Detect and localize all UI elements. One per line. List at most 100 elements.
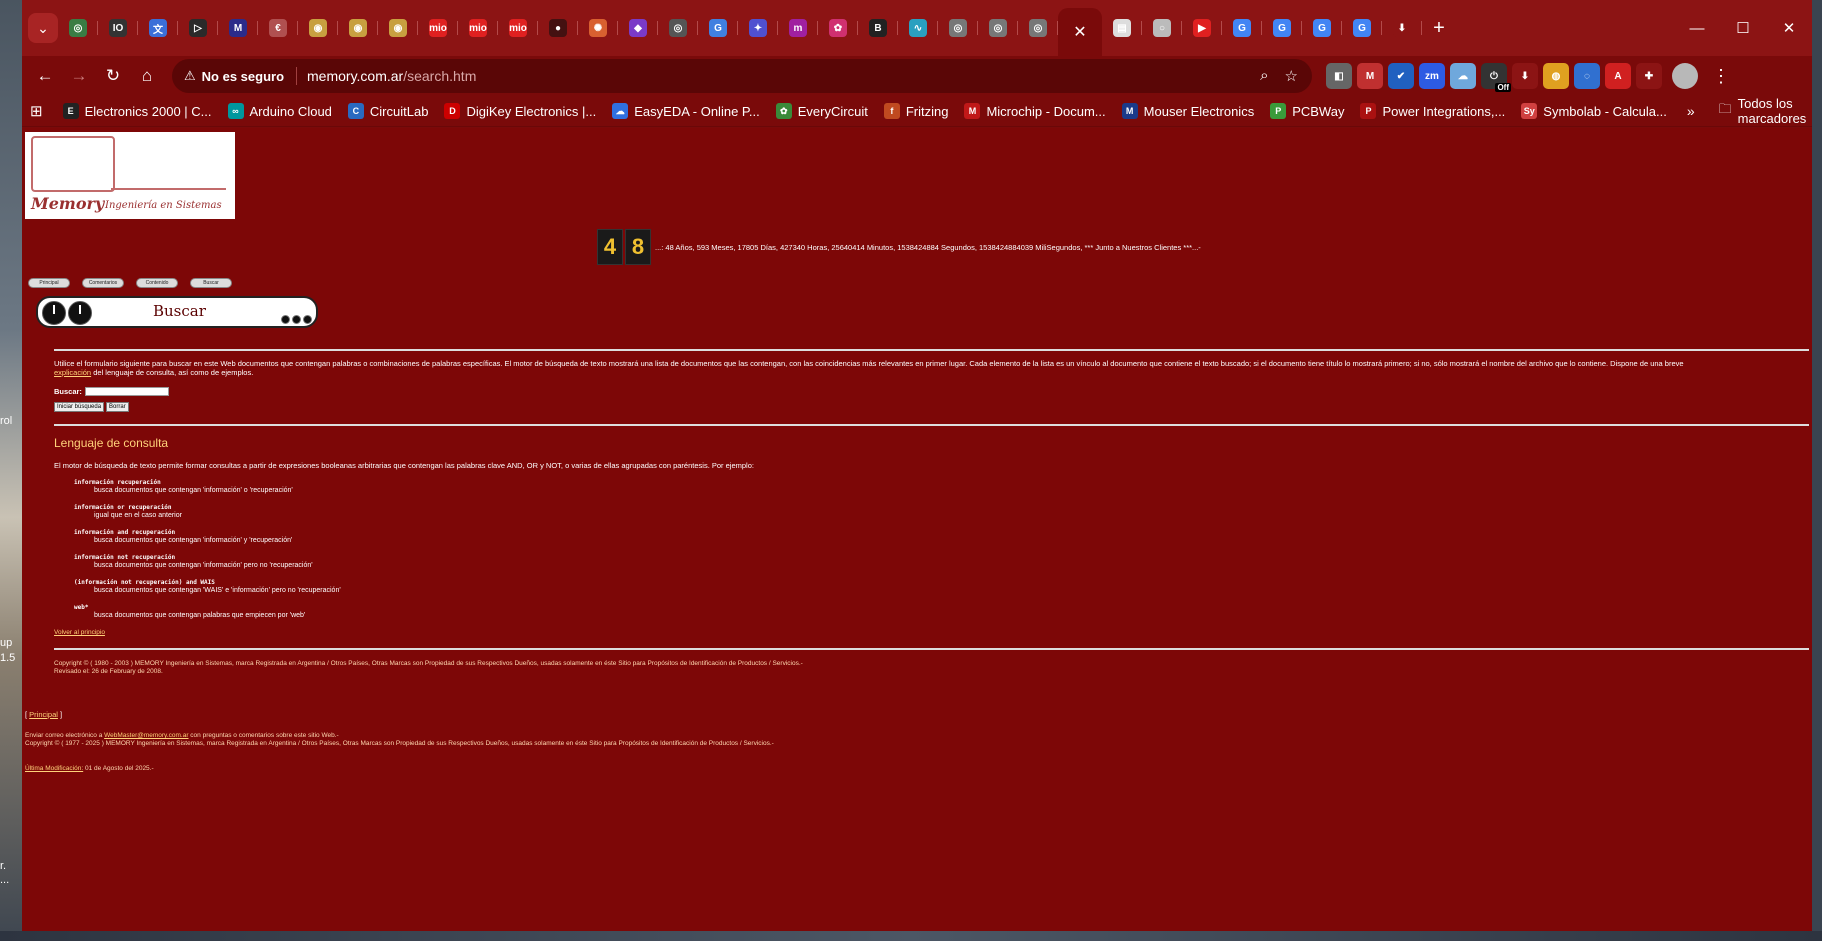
bookmark-item[interactable]: f Fritzing (883, 103, 948, 119)
browser-tab[interactable]: mio (418, 9, 458, 47)
browser-tab[interactable]: ▷ (178, 9, 218, 47)
browser-tab[interactable]: ✺ (578, 9, 618, 47)
ext-icon-5[interactable]: ☁ (1450, 63, 1476, 89)
home-button[interactable]: ⌂ (130, 59, 164, 93)
apps-grid-icon[interactable]: ⊞ (30, 102, 43, 120)
bookmark-item[interactable]: ∞ Arduino Cloud (227, 103, 332, 119)
browser-tab[interactable]: G (1302, 9, 1342, 47)
query-expression: web* (74, 604, 89, 611)
browser-tab[interactable]: ✿ (818, 9, 858, 47)
bookmark-item[interactable]: P PCBWay (1270, 103, 1344, 119)
browser-tab[interactable]: ◎ (938, 9, 978, 47)
browser-tab[interactable]: IO (98, 9, 138, 47)
browser-tab[interactable]: G (1262, 9, 1302, 47)
footer-contact: Enviar correo electrónico a WebMaster@me… (25, 732, 774, 747)
ext-icon-8[interactable]: ◍ (1543, 63, 1569, 89)
browser-tab[interactable]: ✦ (738, 9, 778, 47)
bookmark-item[interactable]: P Power Integrations,... (1360, 103, 1505, 119)
ext-icon-3[interactable]: ✔ (1388, 63, 1414, 89)
revised-date: Revisado el: 26 de February de 2008. (54, 667, 163, 675)
bookmarks-overflow-button[interactable]: » (1687, 103, 1695, 119)
ext-icon-7[interactable]: ⬇ (1512, 63, 1538, 89)
browser-tab[interactable]: ◉ (338, 9, 378, 47)
bookmark-item[interactable]: ✿ EveryCircuit (775, 103, 868, 119)
browser-tab[interactable]: G (1342, 9, 1382, 47)
close-icon[interactable]: ✕ (1073, 22, 1086, 42)
star-icon[interactable]: ☆ (1285, 67, 1298, 85)
tab-search-button[interactable]: ⌄ (28, 13, 58, 43)
browser-tab[interactable]: ◎ (1018, 9, 1058, 47)
explanation-link[interactable]: explicación (54, 368, 91, 377)
browser-tab[interactable]: ◎ (978, 9, 1018, 47)
avatar[interactable] (1672, 63, 1698, 89)
ext-icon-9[interactable]: ◌ (1574, 63, 1600, 89)
bookmark-item[interactable]: ☁ EasyEDA - Online P... (612, 103, 760, 119)
browser-tab[interactable]: mio (458, 9, 498, 47)
bookmark-item[interactable]: D DigiKey Electronics |... (444, 103, 596, 119)
address-bar[interactable]: ⚠ No es seguro memory.com.ar/search.htm … (172, 59, 1312, 93)
bookmark-item[interactable]: M Microchip - Docum... (964, 103, 1106, 119)
nav-buscar-button[interactable]: Buscar (190, 278, 232, 288)
browser-tab[interactable]: 文 (138, 9, 178, 47)
url-path[interactable]: /search.htm (403, 68, 476, 84)
bookmark-favicon-icon: C (347, 103, 364, 119)
forward-button[interactable]: → (62, 59, 96, 93)
footer-principal-link[interactable]: Principal (29, 710, 58, 719)
last-modified-link[interactable]: Última Modificación: (25, 765, 83, 772)
browser-tab[interactable]: G (1222, 9, 1262, 47)
ext-icon-2[interactable]: M (1357, 63, 1383, 89)
tab-active[interactable]: ✕ (1058, 8, 1102, 56)
more-menu-icon[interactable]: ⋮ (1712, 66, 1730, 87)
divider (54, 349, 1809, 351)
nav-contenido-button[interactable]: Contenido (136, 278, 178, 288)
url-host[interactable]: memory.com.ar (307, 68, 403, 84)
ext-icon-11[interactable]: ✚ (1636, 63, 1662, 89)
browser-tab[interactable]: ● (538, 9, 578, 47)
browser-tab[interactable]: ◉ (378, 9, 418, 47)
all-bookmarks-folder[interactable]: 🗀 Todos los marcadores (1719, 96, 1812, 126)
ext-icon-4[interactable]: zm (1419, 63, 1445, 89)
search-form: Buscar: (54, 387, 1809, 396)
back-to-top-link[interactable]: Volver al principio (54, 629, 105, 636)
warning-icon[interactable]: ⚠ (184, 68, 196, 84)
browser-tab[interactable]: G (698, 9, 738, 47)
desktop-background (0, 0, 22, 941)
webmaster-email-link[interactable]: WebMaster@memory.com.ar (104, 732, 188, 739)
bookmark-item[interactable]: M Mouser Electronics (1121, 103, 1254, 119)
bookmark-item[interactable]: Sy Symbolab - Calcula... (1521, 103, 1667, 119)
browser-tab[interactable]: € (258, 9, 298, 47)
search-submit-button[interactable]: Iniciar búsqueda (54, 402, 105, 412)
maximize-button[interactable]: ☐ (1720, 0, 1766, 56)
tab-icon-youtube: ▶ (1193, 19, 1211, 37)
ext-icon-6[interactable]: ⏻ Off (1481, 63, 1511, 92)
zoom-icon[interactable]: ⌕ (1260, 67, 1268, 85)
browser-tab[interactable]: M (218, 9, 258, 47)
clear-button[interactable]: Borrar (106, 402, 129, 412)
nav-comentarios-button[interactable]: Comentarios (82, 278, 124, 288)
close-window-button[interactable]: ✕ (1766, 0, 1812, 56)
ext-icon-10[interactable]: A (1605, 63, 1631, 89)
browser-tab[interactable]: ◎ (658, 9, 698, 47)
bookmark-item[interactable]: C CircuitLab (347, 103, 428, 119)
browser-tab[interactable]: ∿ (898, 9, 938, 47)
browser-tab[interactable]: ▶ (1182, 9, 1222, 47)
reload-button[interactable]: ↻ (96, 59, 130, 93)
browser-tab[interactable]: ⬇ (1382, 9, 1422, 47)
bookmark-item[interactable]: E Electronics 2000 | C... (62, 103, 212, 119)
security-status[interactable]: No es seguro (202, 69, 284, 84)
search-input[interactable] (84, 387, 169, 396)
browser-tab[interactable]: m (778, 9, 818, 47)
site-logo[interactable]: Memory Ingeniería en Sistemas (25, 132, 235, 219)
nav-principal-button[interactable]: Principal (28, 278, 70, 288)
browser-tab[interactable]: ◉ (298, 9, 338, 47)
browser-tab[interactable]: ▤ (1102, 9, 1142, 47)
browser-tab[interactable]: ○ (1142, 9, 1182, 47)
browser-tab[interactable]: mio (498, 9, 538, 47)
minimize-button[interactable]: — (1674, 0, 1720, 56)
browser-tab[interactable]: ◆ (618, 9, 658, 47)
browser-tab[interactable]: ◎ (58, 9, 98, 47)
ext-icon-1[interactable]: ◧ (1326, 63, 1352, 89)
new-tab-button[interactable]: + (1422, 17, 1456, 40)
back-button[interactable]: ← (28, 59, 62, 93)
browser-tab[interactable]: B (858, 9, 898, 47)
